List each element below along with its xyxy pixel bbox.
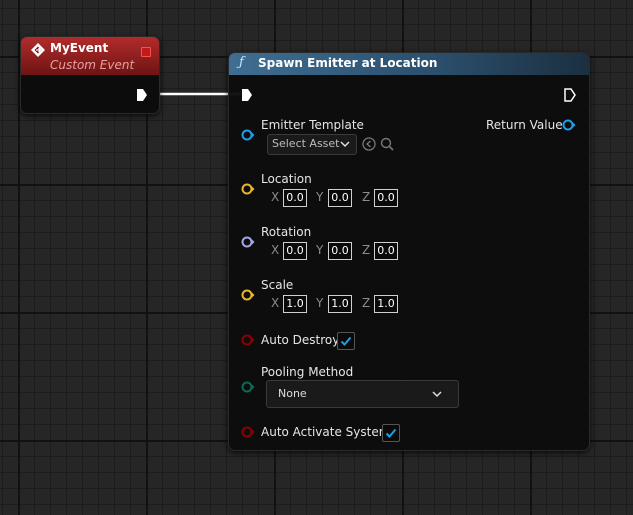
event-subtitle: Custom Event: [50, 58, 135, 72]
rotation-label: Rotation: [261, 225, 312, 239]
function-title: Spawn Emitter at Location: [258, 56, 438, 70]
select-asset-dropdown[interactable]: Select Asset: [267, 134, 357, 155]
scale-x-axis-label: X: [271, 296, 280, 310]
scale-y-axis-label: Y: [316, 296, 324, 310]
arrow-left-circle-icon[interactable]: [362, 137, 376, 151]
event-node-header[interactable]: MyEvent Custom Event: [21, 37, 159, 75]
rotation-z-axis-label: Z: [362, 243, 371, 257]
rotation-y-input[interactable]: 0.0: [328, 242, 352, 260]
chevron-down-icon: [432, 391, 442, 398]
auto-destroy-pin[interactable]: [241, 334, 255, 346]
auto-destroy-label: Auto Destroy: [261, 333, 340, 347]
scale-pin[interactable]: [241, 289, 255, 301]
select-asset-label: Select Asset: [272, 137, 340, 150]
scale-z-axis-label: Z: [362, 296, 371, 310]
auto-activate-checkbox[interactable]: [382, 424, 400, 442]
return-value-pin[interactable]: [562, 119, 576, 131]
location-x-input[interactable]: 0.0: [283, 189, 307, 207]
rotation-x-input[interactable]: 0.0: [283, 242, 307, 260]
rotation-z-input[interactable]: 0.0: [374, 242, 398, 260]
scale-x-input[interactable]: 1.0: [283, 295, 307, 313]
checkmark-icon: [385, 428, 397, 438]
location-z-input[interactable]: 0.0: [374, 189, 398, 207]
chevron-down-icon: [340, 141, 350, 148]
delegate-pin[interactable]: [141, 47, 151, 57]
rotation-x-axis-label: X: [271, 243, 280, 257]
function-icon: ƒ: [239, 55, 244, 70]
pooling-method-label: Pooling Method: [261, 365, 354, 379]
rotation-pin[interactable]: [241, 236, 255, 248]
event-title: MyEvent: [50, 41, 109, 55]
auto-activate-pin[interactable]: [241, 426, 255, 438]
event-exec-out-pin[interactable]: [136, 88, 148, 102]
location-y-axis-label: Y: [316, 190, 324, 204]
location-x-axis-label: X: [271, 190, 280, 204]
pooling-method-pin[interactable]: [241, 381, 255, 393]
return-value-label: Return Value: [486, 118, 563, 132]
exec-out-pin[interactable]: [564, 88, 576, 102]
scale-label: Scale: [261, 278, 294, 292]
event-diamond-icon: [31, 43, 45, 57]
rotation-y-axis-label: Y: [316, 243, 324, 257]
auto-activate-label: Auto Activate System: [261, 425, 391, 439]
exec-in-pin[interactable]: [241, 88, 253, 102]
scale-z-input[interactable]: 1.0: [374, 295, 398, 313]
location-y-input[interactable]: 0.0: [328, 189, 352, 207]
search-icon[interactable]: [380, 137, 394, 151]
location-label: Location: [261, 172, 312, 186]
location-z-axis-label: Z: [362, 190, 371, 204]
emitter-template-label: Emitter Template: [261, 118, 364, 132]
location-pin[interactable]: [241, 183, 255, 195]
spawn-emitter-node[interactable]: ƒ Spawn Emitter at Location Emitter Temp…: [228, 52, 590, 451]
function-node-header[interactable]: ƒ Spawn Emitter at Location: [229, 53, 589, 75]
checkmark-icon: [340, 336, 352, 346]
pooling-method-dropdown[interactable]: None: [266, 380, 459, 408]
pooling-method-value: None: [278, 387, 307, 400]
auto-destroy-checkbox[interactable]: [337, 332, 355, 350]
emitter-template-pin[interactable]: [241, 129, 255, 141]
custom-event-node[interactable]: MyEvent Custom Event: [20, 36, 160, 114]
scale-y-input[interactable]: 1.0: [328, 295, 352, 313]
